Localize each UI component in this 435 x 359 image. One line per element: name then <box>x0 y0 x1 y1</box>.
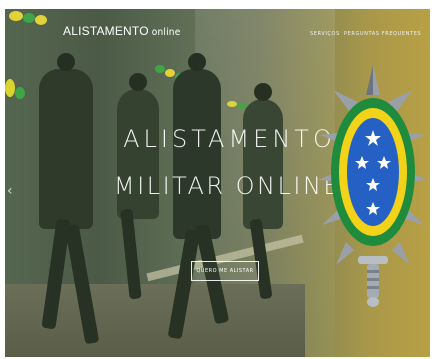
sword-hilt <box>358 256 388 307</box>
soldier-figure <box>39 53 93 229</box>
brand-suffix: online <box>151 27 181 38</box>
chevron-left-icon[interactable]: ‹ <box>7 183 13 199</box>
flag-dot <box>5 79 15 97</box>
flag-dot <box>165 69 175 77</box>
soldier-head <box>254 83 272 101</box>
flag-dot <box>227 101 237 107</box>
nav-link-servicos[interactable]: SERVIÇOS <box>310 31 340 37</box>
brand-logo[interactable]: ALISTAMENTO online <box>63 24 180 38</box>
nav-link-perguntas-frequentes[interactable]: PERGUNTAS FREQUENTES <box>344 31 421 37</box>
hero-title-line1: ALISTAMENTO <box>123 125 336 153</box>
enlist-button[interactable]: QUERO ME ALISTAR <box>191 261 259 281</box>
soldier-head <box>57 53 75 71</box>
soldier-figure <box>243 83 283 229</box>
top-navigation: ALISTAMENTO online SERVIÇOS PERGUNTAS FRE… <box>5 9 430 49</box>
hero-title-line2: MILITAR ONLINE <box>113 172 342 200</box>
flag-dot <box>155 65 165 73</box>
soldier-head <box>129 73 147 91</box>
army-emblem <box>318 65 428 307</box>
soldier-head <box>188 53 206 71</box>
soldier-figure <box>173 53 221 239</box>
brand-main: ALISTAMENTO <box>63 24 149 38</box>
flag-dot <box>15 87 25 99</box>
